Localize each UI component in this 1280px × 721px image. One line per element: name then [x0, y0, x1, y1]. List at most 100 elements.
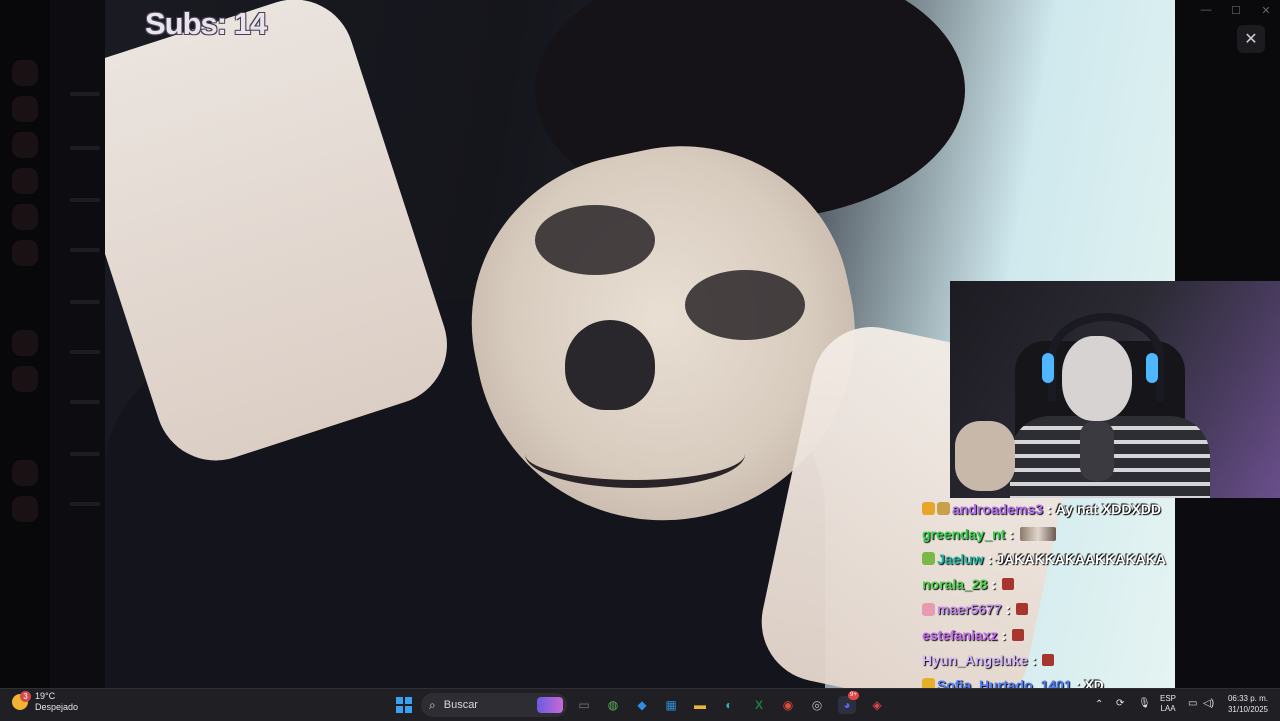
weather-badge: 3 — [20, 691, 31, 702]
window-close-button[interactable]: ✕ — [1260, 4, 1272, 17]
channel-item[interactable] — [70, 92, 100, 96]
chat-separator: : — [1005, 601, 1011, 618]
server-sidebar — [0, 0, 50, 688]
server-icon[interactable] — [12, 168, 38, 194]
copilot-app-icon[interactable]: ◆ — [633, 696, 651, 714]
chat-separator: : — [1031, 651, 1037, 668]
chat-username[interactable]: maer5677 — [937, 601, 1002, 617]
chat-username[interactable]: Hyun_Angeluke — [922, 652, 1028, 668]
weather-sun-icon: 3 — [12, 691, 31, 710]
chat-message: Jaeluw : JAKAKKAKAAKKAKAKA — [922, 546, 1180, 571]
chat-emote-icon — [1012, 628, 1025, 641]
store-icon[interactable]: ▦ — [662, 696, 680, 714]
server-icon[interactable] — [12, 132, 38, 158]
obs-icon[interactable]: ◎ — [808, 696, 826, 714]
clock-date: 31/10/2025 — [1227, 705, 1268, 714]
chat-message: norala_28 : — [922, 572, 1180, 597]
weather-widget[interactable]: 3 19°C Despejado — [12, 691, 78, 713]
server-icon[interactable] — [12, 240, 38, 266]
channel-item[interactable] — [70, 400, 100, 404]
weather-description: Despejado — [35, 702, 79, 712]
system-clock[interactable]: 06:33 p. m. 31/10/2025 — [1224, 693, 1268, 715]
subs-counter: Subs: 14 — [145, 6, 267, 41]
chat-separator: : — [1075, 676, 1081, 688]
window-controls: — ☐ ✕ — [1200, 4, 1272, 17]
channel-item[interactable] — [70, 452, 100, 456]
chat-username[interactable]: greenday_nt — [922, 526, 1005, 542]
chat-emote-icon — [1016, 603, 1029, 616]
chat-emote-icon — [1002, 578, 1015, 591]
channel-item[interactable] — [70, 198, 100, 202]
chat-username[interactable]: Jaeluw — [937, 551, 984, 567]
chat-badge-icon — [937, 502, 950, 516]
clock-time: 06:33 p. m. — [1227, 694, 1268, 703]
chat-emote-icon — [1019, 526, 1056, 541]
task-view-icon[interactable]: ▭ — [575, 696, 593, 714]
server-icon[interactable] — [12, 96, 38, 122]
thumbs-up-hand — [955, 421, 1015, 491]
headset-light — [1146, 353, 1158, 383]
network-icon[interactable]: ▭ — [1188, 698, 1197, 709]
chat-separator: : — [991, 576, 997, 593]
chat-username[interactable]: androadems3 — [952, 501, 1043, 517]
chat-username[interactable]: estefaniaxz — [922, 627, 997, 643]
sync-icon[interactable]: ⟳ — [1116, 698, 1124, 709]
weather-temperature: 19°C — [35, 691, 56, 701]
microphone-icon[interactable]: 🎙 — [1138, 698, 1151, 709]
taskbar-search-box[interactable]: ⌕ Buscar — [421, 693, 567, 717]
excel-icon[interactable]: X — [750, 696, 768, 714]
chat-separator: : — [1047, 500, 1052, 517]
channel-item[interactable] — [70, 248, 100, 252]
face-paint-eye — [685, 270, 805, 340]
chat-message: Sofia_Hurtado_1401 : XD — [922, 672, 1180, 688]
chat-text: JAKAKKAKAAKKAKAKA — [996, 550, 1166, 567]
search-highlight-icon — [537, 697, 563, 713]
language-indicator[interactable]: ESP LAA — [1160, 694, 1176, 714]
face-paint-nose — [565, 320, 655, 410]
chat-badge-icon — [922, 552, 935, 566]
chat-username[interactable]: norala_28 — [922, 576, 987, 592]
face-paint-eye — [535, 205, 655, 275]
server-icon[interactable] — [12, 330, 38, 356]
taskbar: 3 19°C Despejado ⌕ Buscar ▭ ◍ ◆ ▦ ▬ ◐ X … — [0, 688, 1280, 721]
search-placeholder: Buscar — [443, 699, 478, 711]
discord-icon[interactable]: ◕ 9+ — [838, 691, 859, 714]
keyboard-layout: LAA — [1160, 704, 1176, 713]
volume-icon[interactable]: ◁) — [1203, 698, 1214, 709]
webcam-overlay — [950, 281, 1280, 498]
channel-item[interactable] — [70, 300, 100, 304]
chat-separator: : — [987, 550, 993, 567]
chat-badge-icon — [922, 502, 935, 516]
microphone — [1080, 421, 1114, 481]
close-stream-overlay-button[interactable]: ✕ — [1237, 25, 1265, 53]
chrome-icon[interactable]: ◉ — [779, 696, 797, 714]
server-icon[interactable] — [12, 60, 38, 86]
server-icon[interactable] — [12, 496, 38, 522]
channel-item[interactable] — [70, 146, 100, 150]
maximize-button[interactable]: ☐ — [1230, 4, 1242, 17]
server-icon[interactable] — [12, 204, 38, 230]
edge-icon[interactable]: ◐ — [720, 696, 738, 714]
search-icon: ⌕ — [429, 697, 436, 712]
chat-username[interactable]: Sofia_Hurtado_1401 — [937, 677, 1072, 688]
server-icon[interactable] — [12, 366, 38, 392]
channel-item[interactable] — [70, 502, 100, 506]
app-green-icon[interactable]: ◍ — [604, 696, 622, 714]
chat-separator: : — [1001, 626, 1007, 643]
chat-text: Ay nat XDDXDD — [1055, 500, 1161, 517]
chat-text: XD — [1084, 676, 1104, 688]
chat-message: androadems3 : Ay nat XDDXDD — [922, 496, 1180, 521]
server-icon[interactable] — [12, 460, 38, 486]
minimize-button[interactable]: — — [1200, 4, 1212, 17]
discord-notification-badge: 9+ — [848, 691, 859, 700]
channel-item[interactable] — [70, 350, 100, 354]
chat-separator: : — [1009, 525, 1014, 542]
folder-icon[interactable]: ▬ — [691, 696, 709, 714]
windows-start-icon[interactable] — [396, 697, 412, 713]
chat-message: maer5677 : — [922, 597, 1180, 622]
tray-overflow-icon[interactable]: ⌃ — [1095, 699, 1103, 710]
app-extra-icon[interactable]: ◈ — [868, 696, 886, 714]
face-paint-mouth — [525, 420, 745, 488]
chat-badge-icon — [922, 602, 935, 616]
headset-light — [1042, 353, 1054, 383]
